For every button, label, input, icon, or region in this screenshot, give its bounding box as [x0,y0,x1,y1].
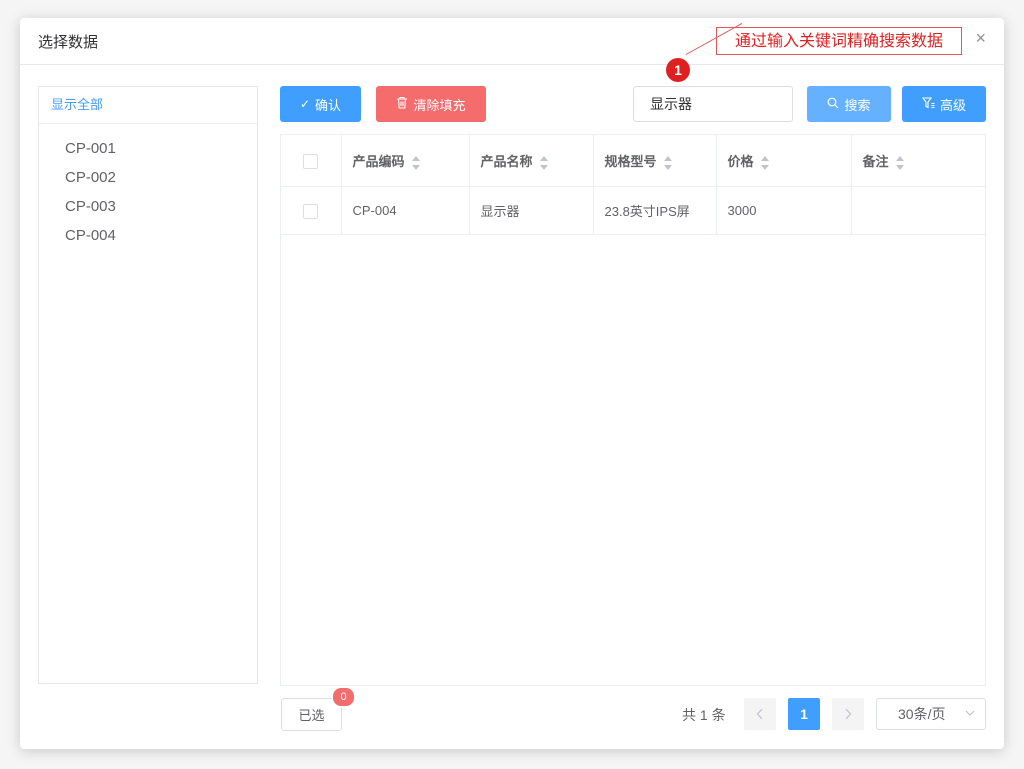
column-label-note: 备注 [862,154,889,169]
cell-note [851,186,985,235]
table-row[interactable]: CP-004 显示器 23.8英寸IPS屏 3000 [281,186,985,235]
sort-icon[interactable] [760,155,770,170]
column-label-name: 产品名称 [480,154,533,169]
page-size-select[interactable]: 30条/页 [876,698,986,730]
clear-fill-button[interactable]: 清除填充 [376,86,486,122]
sidebar-list: CP-001 CP-002 CP-003 CP-004 [39,124,257,250]
selected-count-badge: 0 [332,687,355,707]
annotation-marker: 1 [666,58,690,82]
sidebar-tree: 显示全部 CP-001 CP-002 CP-003 CP-004 [38,86,258,684]
column-label-code: 产品编码 [352,154,405,169]
data-table: 产品编码 产品名称 规格型号 价格 备注 CP-004 显示器 23.8英寸IP… [280,134,986,686]
column-label-spec: 规格型号 [604,154,657,169]
dialog-title: 选择数据 [38,34,99,51]
row-select-cell [281,186,342,235]
page-button-current[interactable]: 1 [788,698,820,730]
total-count: 共 1 条 [682,707,726,723]
confirm-button[interactable]: ✓ 确认 [280,86,361,122]
cell-code: CP-004 [341,186,470,235]
column-header-spec[interactable]: 规格型号 [593,135,717,187]
sidebar-show-all[interactable]: 显示全部 [39,87,257,124]
sort-icon[interactable] [411,155,421,170]
next-page-button[interactable] [832,698,864,730]
selected-label: 已选 [298,708,325,723]
cell-spec: 23.8英寸IPS屏 [593,186,717,235]
column-header-code[interactable]: 产品编码 [341,135,470,187]
chevron-right-icon [845,708,852,720]
clear-fill-label: 清除填充 [413,97,466,113]
advanced-button[interactable]: 高级 [902,86,986,122]
table-header-row: 产品编码 产品名称 规格型号 价格 备注 [281,135,985,187]
column-header-note[interactable]: 备注 [851,135,985,187]
column-header-name[interactable]: 产品名称 [469,135,594,187]
column-header-price[interactable]: 价格 [716,135,852,187]
sidebar-item-cp-003[interactable]: CP-003 [65,192,257,221]
search-label: 搜索 [844,97,871,113]
sort-icon[interactable] [539,155,549,170]
filter-icon [921,96,935,112]
select-data-dialog: 选择数据 × 通过输入关键词精确搜索数据 1 显示全部 CP-001 CP-00… [20,18,1004,749]
sidebar-item-cp-001[interactable]: CP-001 [65,134,257,163]
sidebar-item-cp-002[interactable]: CP-002 [65,163,257,192]
search-input[interactable] [633,86,793,122]
sidebar-item-cp-004[interactable]: CP-004 [65,221,257,250]
search-button[interactable]: 搜索 [807,86,891,122]
advanced-label: 高级 [939,97,966,113]
select-all-checkbox[interactable] [303,153,319,169]
column-label-price: 价格 [727,154,754,169]
prev-page-button[interactable] [744,698,776,730]
trash-icon [396,96,408,112]
annotation-callout: 通过输入关键词精确搜索数据 [716,27,962,55]
header-divider [20,64,1004,65]
cell-name: 显示器 [469,186,594,235]
header-select-cell [281,135,342,187]
confirm-label: 确认 [315,97,342,113]
close-icon[interactable]: × [975,28,986,48]
chevron-down-icon [965,707,975,719]
sort-icon[interactable] [663,155,673,170]
page-size-value: 30条/页 [898,706,946,722]
chevron-left-icon [756,708,763,720]
search-icon [827,97,839,112]
check-icon: ✓ [299,97,311,111]
sort-icon[interactable] [895,155,905,170]
cell-price: 3000 [716,186,852,235]
row-checkbox[interactable] [303,203,319,219]
